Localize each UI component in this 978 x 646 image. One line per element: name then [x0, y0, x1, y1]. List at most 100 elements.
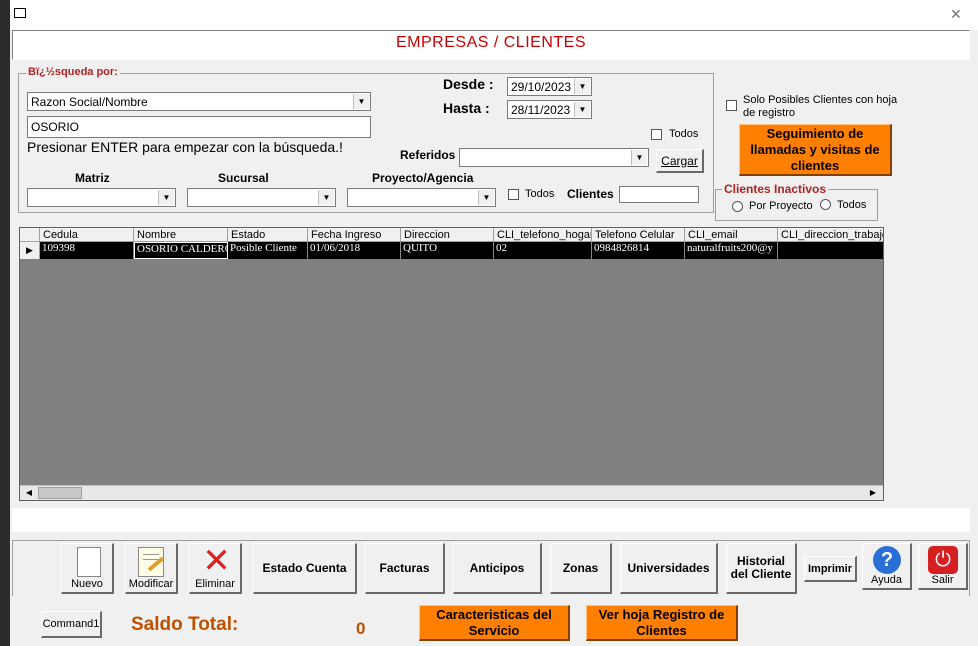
universidades-label: Universidades [627, 561, 710, 575]
historial-button[interactable]: Historial del Cliente [726, 543, 797, 594]
seguimiento-label: Seguimiento de llamadas y visitas de cli… [750, 125, 880, 173]
horizontal-scrollbar[interactable]: ◀ ▶ [20, 485, 883, 500]
desde-label: Desde : [443, 76, 494, 92]
chevron-down-icon: ▼ [478, 190, 494, 205]
chevron-down-icon: ▼ [318, 190, 334, 205]
grid-header-direccion-trabajo[interactable]: CLI_direccion_trabajo [778, 228, 883, 242]
cargar-button[interactable]: Cargar [656, 149, 704, 173]
title-panel: EMPRESAS / CLIENTES [12, 30, 970, 60]
search-field-select[interactable]: Razon Social/Nombre ▼ [27, 92, 371, 111]
hasta-date-picker[interactable]: 28/11/2023 ▼ [507, 100, 592, 119]
edit-document-icon [138, 547, 165, 577]
salir-button[interactable]: ⏻ Salir [918, 543, 968, 590]
matriz-label: Matriz [75, 171, 110, 185]
matriz-select[interactable]: ▼ [27, 188, 176, 207]
nuevo-button[interactable]: Nuevo [61, 543, 114, 594]
solo-posibles-label: Solo Posibles Clientes con hoja de regis… [743, 94, 898, 119]
clients-grid[interactable]: Cedula Nombre Estado Fecha Ingreso Direc… [19, 227, 884, 501]
separator-strip [12, 508, 970, 532]
proyecto-label: Proyecto/Agencia [372, 171, 474, 185]
cell-fecha[interactable]: 01/06/2018 [308, 242, 401, 259]
hasta-value: 28/11/2023 [511, 103, 571, 117]
imprimir-button[interactable]: Imprimir [804, 556, 857, 582]
command1-button[interactable]: Command1 [41, 611, 102, 638]
modificar-label: Modificar [128, 578, 174, 590]
clientes-input[interactable] [619, 186, 699, 203]
scroll-left-icon[interactable]: ◀ [22, 488, 36, 499]
universidades-button[interactable]: Universidades [620, 543, 718, 594]
inactivos-todos-label: Todos [837, 199, 867, 211]
scroll-thumb[interactable] [38, 487, 82, 499]
grid-header-direccion[interactable]: Direccion [401, 228, 494, 242]
sucursal-select[interactable]: ▼ [187, 188, 336, 207]
ayuda-button[interactable]: ? Ayuda [862, 543, 912, 590]
search-legend: Bï¿½squeda por: [26, 66, 120, 78]
anticipos-label: Anticipos [469, 561, 525, 575]
desktop-background [0, 0, 10, 646]
grid-header-telefono-hogar[interactable]: CLI_telefono_hogar [494, 228, 592, 242]
cell-estado[interactable]: Posible Cliente [228, 242, 308, 259]
nuevo-label: Nuevo [71, 578, 103, 590]
command1-label: Command1 [42, 618, 100, 630]
grid-header-celular[interactable]: Telefono Celular [592, 228, 685, 242]
historial-label: Historial del Cliente [730, 554, 792, 581]
seguimiento-button[interactable]: Seguimiento de llamadas y visitas de cli… [739, 124, 892, 176]
cell-email[interactable]: naturalfruits200@y [685, 242, 778, 259]
eliminar-button[interactable]: ✕ Eliminar [189, 543, 242, 594]
cell-direccion-trabajo[interactable] [778, 242, 883, 259]
grid-header-estado[interactable]: Estado [228, 228, 308, 242]
grid-header-cedula[interactable]: Cedula [40, 228, 134, 242]
cell-cedula[interactable]: 109398 [40, 242, 134, 259]
page-title: EMPRESAS / CLIENTES [396, 34, 586, 51]
por-proyecto-radio[interactable] [732, 201, 743, 212]
proyecto-todos-label: Todos [525, 188, 555, 200]
search-field-value: Razon Social/Nombre [31, 95, 148, 109]
saldo-value: 0 [356, 619, 366, 638]
solo-posibles-checkbox[interactable] [726, 100, 737, 111]
estado-cuenta-button[interactable]: Estado Cuenta [253, 543, 357, 594]
cell-direccion[interactable]: QUITO [401, 242, 494, 259]
search-input[interactable]: OSORIO [27, 116, 371, 138]
search-hint: Presionar ENTER para empezar con la búsq… [27, 139, 343, 155]
zonas-label: Zonas [562, 561, 599, 575]
hasta-label: Hasta : [443, 100, 490, 116]
close-icon[interactable]: ✕ [950, 6, 962, 23]
row-selector-icon: ▶ [20, 242, 40, 259]
referidos-todos-checkbox[interactable] [651, 129, 662, 140]
cell-telefono-hogar[interactable]: 02 [494, 242, 592, 259]
referidos-label: Referidos [400, 148, 456, 162]
referidos-select[interactable]: ▼ [459, 148, 649, 167]
grid-header-nombre[interactable]: Nombre [134, 228, 228, 242]
table-row[interactable]: ▶ 109398 OSORIO CALDERO Posible Cliente … [20, 242, 883, 259]
zonas-button[interactable]: Zonas [550, 543, 612, 594]
referidos-todos-label: Todos [669, 128, 699, 140]
modificar-button[interactable]: Modificar [125, 543, 178, 594]
desde-date-picker[interactable]: 29/10/2023 ▼ [507, 77, 592, 96]
ayuda-label: Ayuda [871, 574, 902, 586]
proyecto-select[interactable]: ▼ [347, 188, 496, 207]
caracteristicas-button[interactable]: Caracteristicas del Servicio [419, 605, 570, 641]
desde-value: 29/10/2023 [511, 80, 572, 94]
cell-celular[interactable]: 0984826814 [592, 242, 685, 259]
facturas-button[interactable]: Facturas [365, 543, 445, 594]
saldo-label: Saldo Total: [131, 614, 239, 635]
ver-hoja-label: Ver hoja Registro de Clientes [598, 606, 725, 638]
delete-x-icon: ✕ [202, 541, 231, 581]
title-bar: ✕ [10, 0, 978, 30]
chevron-down-icon: ▼ [158, 190, 174, 205]
chevron-down-icon: ▼ [574, 79, 590, 94]
grid-header-email[interactable]: CLI_email [685, 228, 778, 242]
facturas-label: Facturas [379, 561, 430, 575]
inactivos-todos-radio[interactable] [820, 199, 831, 210]
proyecto-todos-checkbox[interactable] [508, 189, 519, 200]
sucursal-label: Sucursal [218, 171, 269, 185]
anticipos-button[interactable]: Anticipos [453, 543, 542, 594]
new-document-icon [77, 547, 101, 577]
ver-hoja-button[interactable]: Ver hoja Registro de Clientes [586, 605, 738, 641]
grid-header-fecha[interactable]: Fecha Ingreso [308, 228, 401, 242]
power-icon: ⏻ [928, 546, 958, 574]
salir-label: Salir [931, 574, 954, 586]
scroll-right-icon[interactable]: ▶ [866, 488, 880, 499]
clientes-label: Clientes [567, 187, 614, 201]
cell-nombre[interactable]: OSORIO CALDERO [134, 242, 228, 259]
